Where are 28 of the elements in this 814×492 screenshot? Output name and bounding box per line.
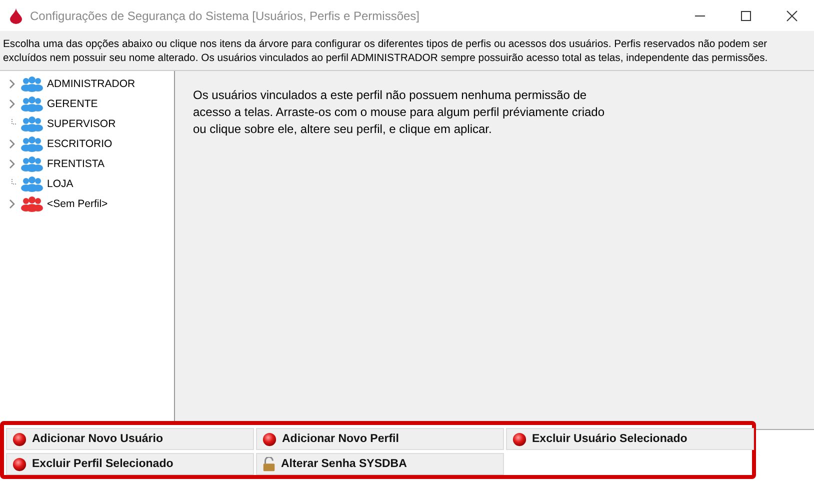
chevron-icon[interactable] xyxy=(8,159,16,169)
tree-item[interactable]: LOJA xyxy=(47,178,74,190)
padlock-icon xyxy=(262,456,276,472)
tree-item[interactable]: SUPERVISOR xyxy=(47,118,116,130)
action-button[interactable]: Alterar Senha SYSDBA xyxy=(256,453,504,475)
chevron-icon[interactable] xyxy=(8,139,16,149)
tree-item[interactable]: ADMINISTRADOR xyxy=(47,78,136,90)
tree-item[interactable]: GERENTE xyxy=(47,98,98,110)
ball-icon xyxy=(12,456,27,472)
action-button[interactable]: Adicionar Novo Perfil xyxy=(256,428,504,450)
action-button[interactable]: Excluir Usuário Selecionado xyxy=(506,428,754,450)
ball-icon xyxy=(512,432,527,446)
action-button[interactable]: Excluir Perfil Selecionado xyxy=(6,453,254,475)
tree-item[interactable]: <Sem Perfil> xyxy=(47,198,108,210)
description-text: Escolha uma das opções abaixo ou clique nos itens da árvore para configurar os diferentes tipos de perfis ou acessos dos usuários. Perfis reservados não podem ser excluídos nem possuir seu nome alterado. Os usuários vinculados ao perfil ADMINISTRADOR sempre possuirão acesso total as telas, independente das permissões. xyxy=(3,38,769,66)
close-icon[interactable] xyxy=(786,10,798,22)
action-button[interactable]: Adicionar Novo Usuário xyxy=(6,428,254,450)
ball-icon xyxy=(12,432,27,446)
drop-icon xyxy=(10,8,22,24)
window-title: Configurações de Segurança do Sistema [Usuários, Perfis e Permissões] xyxy=(30,8,420,22)
info-text: Os usuários vinculados a este perfil não possuem nenhuma permissão de acesso a telas. Arraste-os com o mouse para algum perfil préviamente criado ou clique sobre ele, altere seu perfil, e clique em aplicar. xyxy=(193,87,606,138)
tree-item[interactable]: ESCRITORIO xyxy=(47,138,112,150)
tree-item[interactable]: FRENTISTA xyxy=(47,158,105,170)
maximize-icon[interactable] xyxy=(740,10,752,22)
ball-icon xyxy=(262,432,277,446)
chevron-icon[interactable] xyxy=(8,199,16,209)
chevron-icon[interactable] xyxy=(8,99,16,109)
chevron-icon[interactable] xyxy=(8,79,16,89)
